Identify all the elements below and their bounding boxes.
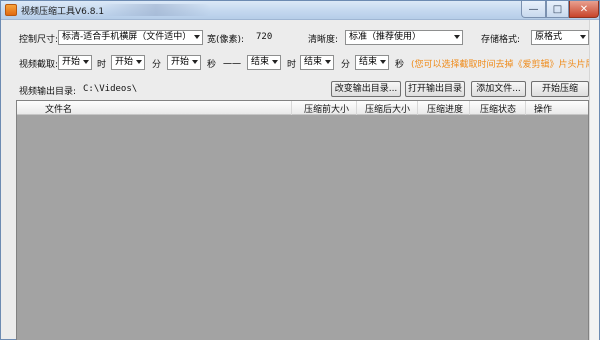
minute-label: 分 [152,60,162,70]
column-header-status[interactable]: 压缩状态 [480,102,516,115]
column-divider[interactable] [417,101,418,115]
chevron-down-icon [454,35,460,39]
start-minute-value: 开始 [115,57,134,67]
chevron-down-icon [325,60,331,64]
column-header-action[interactable]: 操作 [534,102,552,115]
clarity-dropdown[interactable]: 标准（推荐使用） [345,30,463,45]
chevron-down-icon [83,60,89,64]
end-minute-value: 结束 [304,57,323,67]
end-minute-label: 分 [341,60,351,70]
start-compress-button[interactable]: 开始压缩 [531,81,589,97]
maximize-button[interactable]: □ [546,1,569,18]
end-second-value: 结束 [359,57,378,67]
change-output-dir-button[interactable]: 改变输出目录... [331,81,401,97]
width-value: 720 [256,32,273,42]
output-dir-path: C:\Videos\ [83,84,138,94]
output-dir-label: 视频输出目录: [19,87,77,97]
end-hour-value: 结束 [251,57,270,67]
format-dropdown-value: 原格式 [535,32,563,42]
column-divider[interactable] [356,101,357,115]
end-minute-dropdown[interactable]: 结束 [300,55,334,70]
second-label: 秒 [207,60,217,70]
size-dropdown-value: 标清-适合手机横屏（文件适中） [62,32,192,42]
start-hour-value: 开始 [62,57,81,67]
end-second-label: 秒 [395,60,405,70]
column-divider[interactable] [469,101,470,115]
format-dropdown[interactable]: 原格式 [531,30,589,45]
app-window: 视频压缩工具V6.8.1 — □ ✕ 控制尺寸: 标清-适合手机横屏（文件适中）… [0,0,600,340]
chevron-down-icon [272,60,278,64]
size-label: 控制尺寸: [19,35,59,45]
range-dash: 一一 [223,60,242,70]
file-list[interactable]: 文件名 压缩前大小 压缩后大小 压缩进度 压缩状态 操作 [16,100,589,340]
start-minute-dropdown[interactable]: 开始 [111,55,145,70]
clip-label: 视频截取: [19,60,59,70]
open-output-dir-button[interactable]: 打开输出目录 [405,81,465,97]
start-second-dropdown[interactable]: 开始 [167,55,201,70]
column-header-size-before[interactable]: 压缩前大小 [304,102,349,115]
clarity-label: 清晰度: [308,35,339,45]
end-hour-label: 时 [287,60,297,70]
column-header-filename[interactable]: 文件名 [45,102,72,115]
close-button[interactable]: ✕ [569,1,599,18]
chevron-down-icon [194,35,200,39]
end-second-dropdown[interactable]: 结束 [355,55,389,70]
app-icon [5,4,17,16]
title-blur-decoration [101,4,211,16]
column-header-size-after[interactable]: 压缩后大小 [365,102,410,115]
chevron-down-icon [136,60,142,64]
chevron-down-icon [380,60,386,64]
start-hour-dropdown[interactable]: 开始 [58,55,92,70]
title-bar[interactable]: 视频压缩工具V6.8.1 [1,1,599,20]
column-divider[interactable] [291,101,292,115]
chevron-down-icon [580,35,586,39]
hour-label: 时 [97,60,107,70]
end-hour-dropdown[interactable]: 结束 [247,55,281,70]
column-divider[interactable] [525,101,526,115]
chevron-down-icon [192,60,198,64]
window-title: 视频压缩工具V6.8.1 [21,7,105,17]
start-second-value: 开始 [171,57,190,67]
format-label: 存储格式: [481,35,521,45]
list-header: 文件名 压缩前大小 压缩后大小 压缩进度 压缩状态 操作 [17,101,588,115]
clarity-dropdown-value: 标准（推荐使用） [349,32,422,42]
size-dropdown[interactable]: 标清-适合手机横屏（文件适中） [58,30,203,45]
column-header-progress[interactable]: 压缩进度 [427,102,463,115]
add-file-button[interactable]: 添加文件... [471,81,526,97]
width-label: 宽(像素): [207,35,245,45]
minimize-button[interactable]: — [521,1,546,18]
window-scrollbar[interactable] [589,20,599,340]
clip-hint-text: (您可以选择截取时间去掉《爱剪辑》片头片尾) [411,60,599,70]
